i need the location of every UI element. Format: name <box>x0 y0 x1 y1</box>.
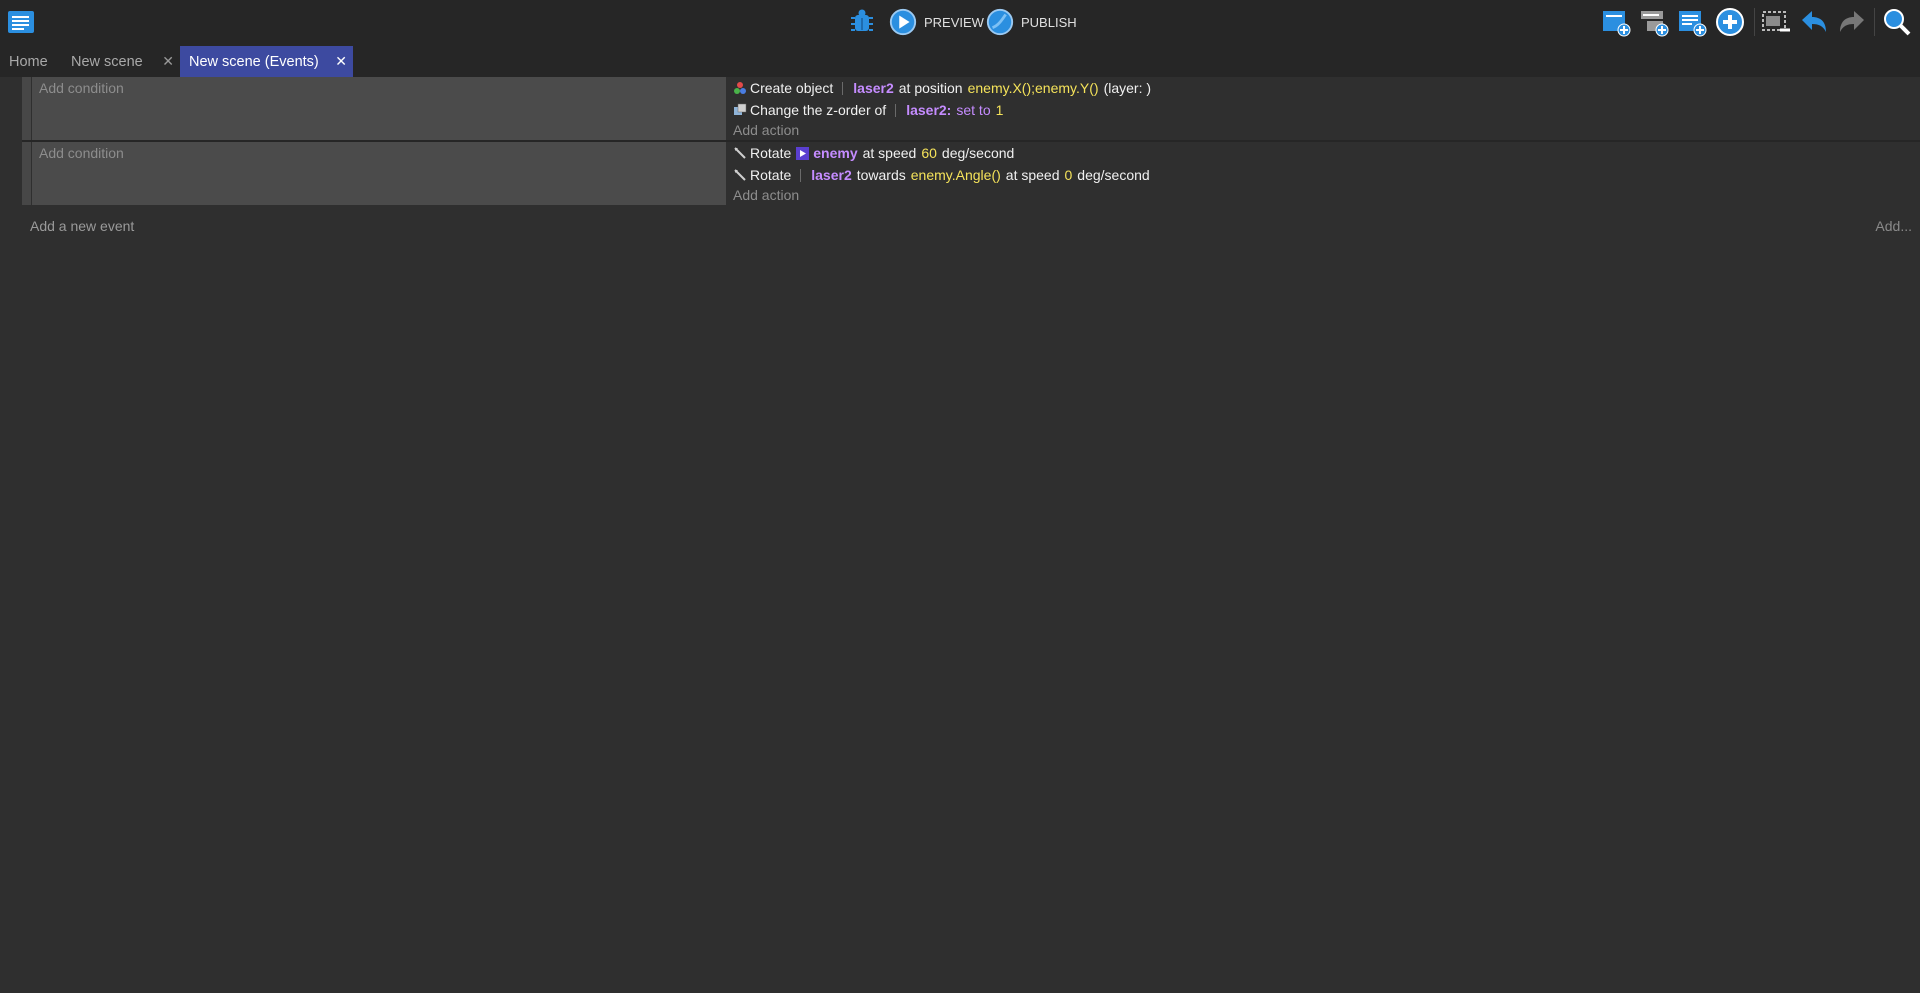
action-text: at speed <box>1005 167 1060 183</box>
action-rotate-towards[interactable]: Rotate laser2 towards enemy.Angle() at s… <box>733 165 1155 185</box>
object-name: laser2 <box>853 80 894 96</box>
publish-button[interactable]: PUBLISH <box>985 6 1077 38</box>
action-text: towards <box>856 167 906 183</box>
object-separator <box>895 103 897 117</box>
main-toolbar: PREVIEW PUBLISH <box>0 0 1920 44</box>
add-condition-button[interactable]: Add condition <box>39 80 124 96</box>
tab-home[interactable]: Home <box>0 46 58 77</box>
add-sub-event-icon[interactable] <box>1638 6 1670 38</box>
conditions-column[interactable]: Add condition <box>32 142 726 205</box>
add-condition-button[interactable]: Add condition <box>39 145 124 161</box>
delete-selection-icon[interactable] <box>1760 6 1792 38</box>
debugger-icon[interactable] <box>846 6 878 38</box>
action-value: 60 <box>921 145 937 161</box>
action-create-object[interactable]: Create object laser2 at position enemy.X… <box>733 78 1156 98</box>
add-action-button[interactable]: Add action <box>733 187 799 203</box>
tab-label: Home <box>9 53 48 70</box>
z-order-icon <box>734 103 747 115</box>
action-rotate[interactable]: Rotate enemy at speed 60 deg/second <box>733 143 1019 163</box>
tab-new-scene[interactable]: New scene ✕ <box>62 46 180 77</box>
add-more-button[interactable]: Add... <box>1875 218 1912 234</box>
preview-label: PREVIEW <box>924 14 984 30</box>
create-object-icon <box>734 82 746 94</box>
play-icon <box>889 8 917 36</box>
object-thumbnail-icon <box>796 146 810 160</box>
project-manager-icon[interactable] <box>5 6 37 38</box>
actions-column: Create object laser2 at position enemy.X… <box>728 77 1920 140</box>
action-verb: Create object <box>750 80 834 96</box>
object-name: laser2 <box>811 167 852 183</box>
add-comment-icon[interactable] <box>1676 6 1708 38</box>
action-verb: Rotate <box>750 167 792 183</box>
publish-label: PUBLISH <box>1021 14 1077 30</box>
search-icon[interactable] <box>1881 6 1913 38</box>
add-action-button[interactable]: Add action <box>733 122 799 138</box>
action-text: deg/second <box>1077 167 1150 183</box>
events-sheet: Add condition Create object laser2 at po… <box>0 77 1920 993</box>
action-verb: Rotate <box>750 145 792 161</box>
object-separator <box>842 81 844 95</box>
event-row[interactable]: Add condition Create object laser2 at po… <box>22 77 1920 140</box>
globe-icon <box>986 8 1014 36</box>
tab-label: New scene (Events) <box>189 53 319 70</box>
expression: enemy.X();enemy.Y() <box>967 80 1099 96</box>
rotate-icon <box>734 147 746 159</box>
action-change-z-order[interactable]: Change the z-order of laser2: set to 1 <box>733 100 1008 120</box>
event-row[interactable]: Add condition Rotate enemy at speed 60 d… <box>22 142 1920 205</box>
add-new-event-button[interactable]: Add a new event <box>30 218 134 234</box>
redo-icon[interactable] <box>1836 6 1868 38</box>
tab-bar: Home New scene ✕ New scene (Events) ✕ <box>0 44 1920 78</box>
close-icon[interactable]: ✕ <box>335 53 347 70</box>
conditions-column[interactable]: Add condition <box>32 77 726 140</box>
toolbar-divider <box>1754 8 1755 36</box>
object-separator <box>800 168 802 182</box>
close-icon[interactable]: ✕ <box>162 53 174 70</box>
action-value: 1 <box>995 102 1004 118</box>
object-name: laser2: <box>906 102 952 118</box>
action-value: 0 <box>1064 167 1073 183</box>
action-verb: Change the z-order of <box>750 102 887 118</box>
action-keyword: set to <box>956 102 991 118</box>
toolbar-divider <box>1874 8 1875 36</box>
preview-button[interactable]: PREVIEW <box>888 6 984 38</box>
add-event-icon[interactable] <box>1600 6 1632 38</box>
event-drag-handle[interactable] <box>22 77 31 140</box>
tab-new-scene-events[interactable]: New scene (Events) ✕ <box>180 46 353 77</box>
action-text: at position <box>898 80 963 96</box>
add-other-icon[interactable] <box>1714 6 1746 38</box>
object-name: enemy <box>813 145 858 161</box>
action-text: (layer: ) <box>1103 80 1152 96</box>
event-drag-handle[interactable] <box>22 142 31 205</box>
action-text: at speed <box>862 145 917 161</box>
expression: enemy.Angle() <box>910 167 1001 183</box>
undo-icon[interactable] <box>1798 6 1830 38</box>
action-text: deg/second <box>941 145 1015 161</box>
actions-column: Rotate enemy at speed 60 deg/second Rota… <box>728 142 1920 205</box>
rotate-icon <box>734 169 746 181</box>
tab-label: New scene <box>71 53 143 70</box>
